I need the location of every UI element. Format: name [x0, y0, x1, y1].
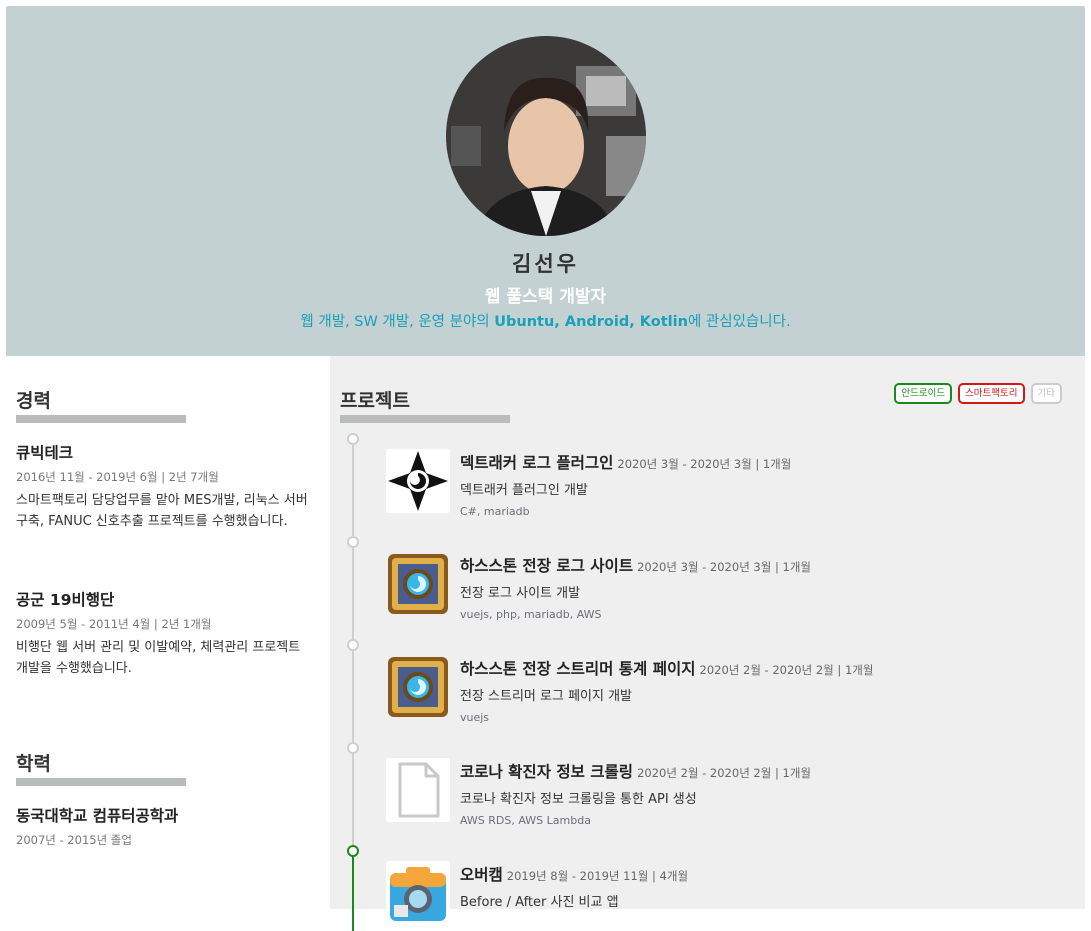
- projects-underline: [340, 415, 510, 423]
- project-title: 하스스톤 전장 로그 사이트: [460, 557, 634, 575]
- project-period: 2019년 8월 - 2019년 11월 | 4개월: [506, 869, 689, 883]
- camera-app-icon: [386, 861, 450, 925]
- project-desc: 덱트래커 플러그인 개발: [460, 483, 588, 498]
- hearthstone-tracker-icon: [386, 449, 450, 513]
- projects-panel: 프로젝트 안드로이드 스마트팩토리 기타 덱트래커 로그 플러그인 2020년 3…: [330, 356, 1085, 931]
- project-item[interactable]: 덱트래커 로그 플러그인 2020년 3월 - 2020년 3월 | 1개월 덱트…: [386, 449, 1066, 519]
- career-company: 큐빅테크: [16, 444, 74, 462]
- career-desc: 비행단 웹 서버 관리 및 이발예약, 체력관리 프로젝트 개발을 수행했습니다…: [16, 640, 301, 676]
- education-title: 학력: [16, 753, 51, 775]
- filter-android[interactable]: 안드로이드: [894, 383, 953, 404]
- intro-prefix: 웹 개발, SW 개발, 운영 분야의: [300, 314, 495, 330]
- project-stack: vuejs, php, mariadb, AWS: [460, 608, 602, 621]
- project-heading: 하스스톤 전장 로그 사이트 2020년 3월 - 2020년 3월 | 1개월: [460, 554, 811, 576]
- project-desc: 전장 스트리머 로그 페이지 개발: [460, 689, 633, 704]
- project-title: 오버캠: [460, 866, 503, 884]
- timeline-line-active: [352, 851, 354, 931]
- project-filters: 안드로이드 스마트팩토리 기타: [894, 383, 1062, 404]
- timeline-line: [352, 436, 354, 916]
- timeline-dot: [347, 639, 359, 651]
- projects-title: 프로젝트: [340, 390, 410, 412]
- timeline-dot: [347, 742, 359, 754]
- profile-role: 웹 풀스택 개발자: [484, 287, 607, 307]
- project-heading: 오버캠 2019년 8월 - 2019년 11월 | 4개월: [460, 863, 688, 885]
- project-heading: 하스스톤 전장 스트리머 통계 페이지 2020년 2월 - 2020년 2월 |…: [460, 657, 873, 679]
- profile-header: 김선우 웹 풀스택 개발자 웹 개발, SW 개발, 운영 분야의 Ubuntu…: [6, 6, 1085, 356]
- project-title: 덱트래커 로그 플러그인: [460, 454, 614, 472]
- project-item[interactable]: 오버캠 2019년 8월 - 2019년 11월 | 4개월 Before / A…: [386, 861, 1066, 931]
- project-stack: AWS RDS, AWS Lambda: [460, 814, 591, 827]
- hearthstone-logo-icon: [386, 655, 450, 719]
- career-underline: [16, 415, 186, 423]
- left-column: 경력 큐빅테크 2016년 11월 - 2019년 6월 | 2년 7개월 스마…: [6, 356, 330, 909]
- project-desc: 코로나 확진자 정보 크롤링을 통한 API 생성: [460, 792, 697, 807]
- profile-avatar: [446, 36, 646, 236]
- profile-intro: 웹 개발, SW 개발, 운영 분야의 Ubuntu, Android, Kot…: [6, 310, 1085, 331]
- project-desc: 전장 로그 사이트 개발: [460, 586, 581, 601]
- career-title: 경력: [16, 390, 51, 412]
- project-item[interactable]: 하스스톤 전장 로그 사이트 2020년 3월 - 2020년 3월 | 1개월 …: [386, 552, 1066, 622]
- project-item[interactable]: 하스스톤 전장 스트리머 통계 페이지 2020년 2월 - 2020년 2월 |…: [386, 655, 1066, 725]
- career-period: 2009년 5월 - 2011년 4월 | 2년 1개월: [16, 617, 212, 631]
- education-underline: [16, 778, 186, 786]
- career-company: 공군 19비행단: [16, 591, 115, 609]
- project-period: 2020년 3월 - 2020년 3월 | 1개월: [617, 457, 792, 471]
- filter-etc[interactable]: 기타: [1030, 383, 1062, 404]
- project-stack: vuejs: [460, 711, 490, 724]
- project-title: 하스스톤 전장 스트리머 통계 페이지: [460, 660, 696, 678]
- project-heading: 코로나 확진자 정보 크롤링 2020년 2월 - 2020년 2월 | 1개월: [460, 760, 811, 782]
- timeline-dot: [347, 536, 359, 548]
- timeline-dot: [347, 433, 359, 445]
- project-item[interactable]: 코로나 확진자 정보 크롤링 2020년 2월 - 2020년 2월 | 1개월 …: [386, 758, 1066, 828]
- project-stack: C#, mariadb: [460, 505, 530, 518]
- project-heading: 덱트래커 로그 플러그인 2020년 3월 - 2020년 3월 | 1개월: [460, 451, 791, 473]
- project-title: 코로나 확진자 정보 크롤링: [460, 763, 634, 781]
- timeline-dot-active: [347, 845, 359, 857]
- project-period: 2020년 2월 - 2020년 2월 | 1개월: [637, 766, 811, 780]
- career-period: 2016년 11월 - 2019년 6월 | 2년 7개월: [16, 470, 219, 484]
- filter-smart-factory[interactable]: 스마트팩토리: [958, 383, 1025, 404]
- intro-suffix: 에 관심있습니다.: [687, 314, 791, 330]
- education-period: 2007년 - 2015년 졸업: [16, 833, 132, 847]
- education-school: 동국대학교 컴퓨터공학과: [16, 807, 179, 825]
- intro-tech: Ubuntu, Android, Kotlin: [494, 314, 688, 330]
- file-icon: [386, 758, 450, 822]
- project-period: 2020년 2월 - 2020년 2월 | 1개월: [699, 663, 874, 677]
- profile-name: 김선우: [512, 252, 579, 276]
- career-desc: 스마트팩토리 담당업무를 맡아 MES개발, 리눅스 서버구축, FANUC 신…: [16, 493, 308, 529]
- hearthstone-logo-icon: [386, 552, 450, 616]
- project-desc: Before / After 사진 비교 앱: [460, 895, 619, 910]
- project-period: 2020년 3월 - 2020년 3월 | 1개월: [637, 560, 811, 574]
